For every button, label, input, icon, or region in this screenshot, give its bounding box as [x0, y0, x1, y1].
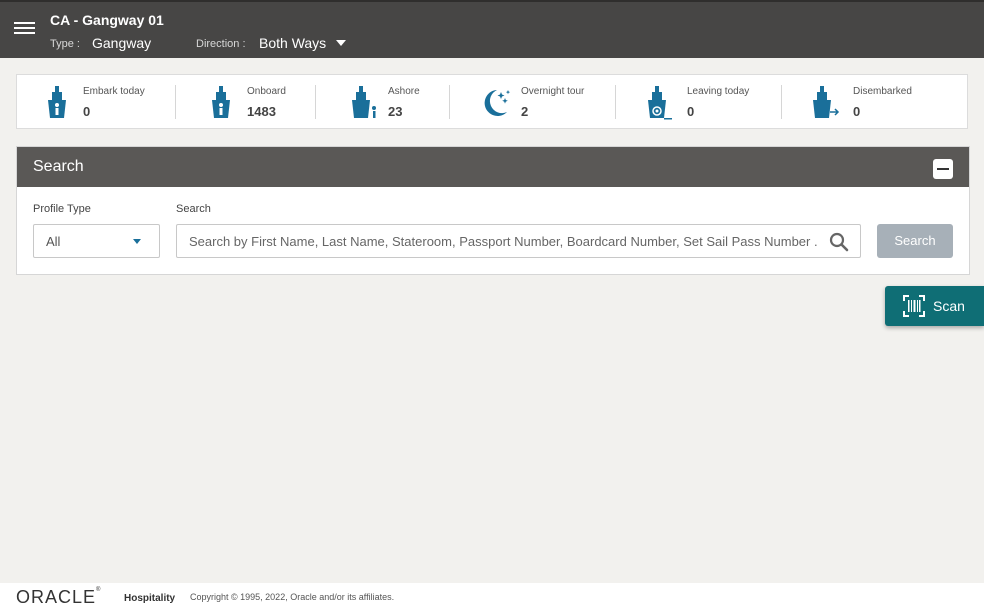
menu-icon[interactable]	[14, 22, 36, 38]
stat-label: Leaving today	[687, 86, 750, 97]
barcode-scan-icon	[903, 295, 925, 317]
collapse-icon[interactable]	[933, 159, 953, 179]
divider	[781, 85, 782, 119]
chevron-down-icon[interactable]	[336, 40, 346, 46]
search-icon[interactable]	[829, 232, 849, 252]
stat-value: 0	[853, 104, 861, 119]
stat-label: Embark today	[83, 86, 145, 97]
stat-value: 1483	[247, 104, 276, 119]
scan-button[interactable]: Scan	[885, 286, 984, 326]
ship-arrow-icon	[813, 86, 840, 118]
gangway-title: CA - Gangway 01	[50, 12, 164, 28]
ship-target-icon	[648, 86, 672, 120]
stats-panel: Embark today 0 Onboard 1483 Ashore 23 Ov…	[16, 74, 968, 129]
stat-value: 0	[83, 104, 91, 119]
product-name: Hospitality	[124, 593, 176, 604]
scan-label: Scan	[933, 298, 965, 314]
type-label: Type :	[50, 38, 80, 50]
direction-label: Direction :	[196, 38, 246, 50]
stat-value: 2	[521, 104, 529, 119]
ship-person-icon	[48, 86, 66, 118]
copyright-text: Copyright © 1995, 2022, Oracle and/or it…	[190, 592, 395, 602]
profile-type-value: All	[46, 234, 61, 249]
app-header: CA - Gangway 01 Type : Gangway Direction…	[0, 0, 984, 58]
profile-type-select[interactable]: All	[33, 224, 160, 258]
ship-person-icon	[212, 86, 230, 118]
stat-value: 0	[687, 104, 695, 119]
search-panel-header: Search	[17, 147, 969, 187]
divider	[175, 85, 176, 119]
stat-label: Disembarked	[853, 86, 912, 97]
stat-label: Onboard	[247, 86, 286, 97]
divider	[615, 85, 616, 119]
oracle-logo: ORACLE®	[16, 587, 102, 607]
search-field	[176, 224, 861, 258]
divider	[449, 85, 450, 119]
stat-label: Ashore	[388, 86, 420, 97]
footer: ORACLE® Hospitality Copyright © 1995, 20…	[0, 583, 984, 611]
ship-walking-person-icon	[352, 86, 376, 118]
divider	[315, 85, 316, 119]
search-label: Search	[176, 203, 211, 215]
chevron-down-icon	[133, 239, 141, 244]
stat-value: 23	[388, 104, 403, 119]
search-input[interactable]	[177, 225, 817, 257]
search-panel-title: Search	[33, 158, 84, 175]
direction-select[interactable]: Both Ways	[259, 35, 326, 51]
search-button[interactable]: Search	[877, 224, 953, 258]
search-panel: Search Profile Type Search All Search	[16, 146, 970, 275]
type-value: Gangway	[92, 35, 152, 51]
moon-stars-icon	[484, 90, 511, 116]
stat-label: Overnight tour	[521, 86, 585, 97]
profile-type-label: Profile Type	[33, 203, 91, 215]
